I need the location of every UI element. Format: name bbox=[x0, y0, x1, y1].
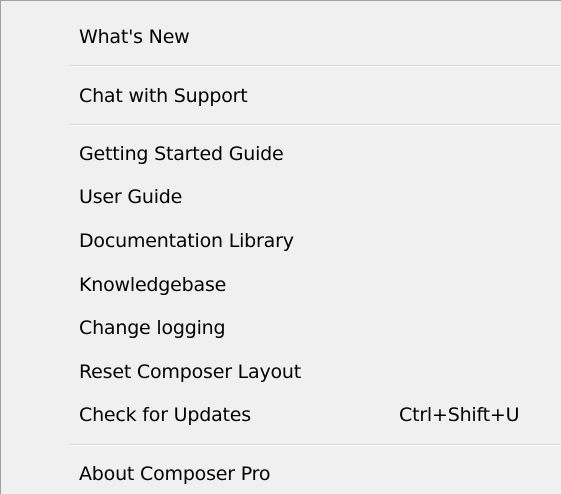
menu-item-label: Documentation Library bbox=[79, 230, 294, 252]
menu-item-label: Chat with Support bbox=[79, 85, 248, 107]
menu-item-knowledgebase[interactable]: Knowledgebase bbox=[1, 265, 561, 305]
menu-item-label: About Composer Pro bbox=[79, 463, 271, 485]
menu-item-label: Change logging bbox=[79, 317, 226, 339]
menu-separator bbox=[69, 65, 561, 67]
menu-separator bbox=[69, 444, 561, 446]
menu-item-change-logging[interactable]: Change logging bbox=[1, 308, 561, 348]
menu-item-reset-composer-layout[interactable]: Reset Composer Layout bbox=[1, 352, 561, 392]
menu-item-documentation-library[interactable]: Documentation Library bbox=[1, 221, 561, 261]
menu-item-user-guide[interactable]: User Guide bbox=[1, 177, 561, 217]
menu-item-chat-with-support[interactable]: Chat with Support bbox=[1, 76, 561, 116]
menu-item-about-composer-pro[interactable]: About Composer Pro bbox=[1, 454, 561, 494]
menu-item-label: User Guide bbox=[79, 186, 183, 208]
menu-item-label: Getting Started Guide bbox=[79, 143, 284, 165]
menu-item-getting-started-guide[interactable]: Getting Started Guide bbox=[1, 134, 561, 174]
menu-item-label: Check for Updates bbox=[79, 404, 251, 426]
menu-item-shortcut: Ctrl+Shift+U bbox=[399, 404, 520, 426]
menu-item-whats-new[interactable]: What's New bbox=[1, 17, 561, 57]
menu-item-label: Reset Composer Layout bbox=[79, 361, 302, 383]
menu-item-label: Knowledgebase bbox=[79, 274, 227, 296]
menu-item-label: What's New bbox=[79, 26, 190, 48]
menu-separator bbox=[69, 124, 561, 126]
menu-item-check-for-updates[interactable]: Check for Updates Ctrl+Shift+U bbox=[1, 395, 561, 435]
help-menu: What's New Chat with Support Getting Sta… bbox=[0, 0, 561, 494]
